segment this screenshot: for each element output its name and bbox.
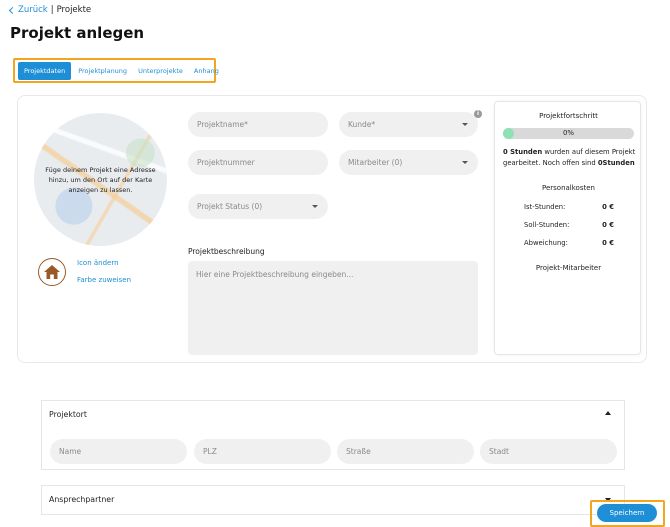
customer-select[interactable]: Kunde* [339,112,478,137]
tab-bar: Projektdaten Projektplanung Unterprojekt… [13,58,219,83]
cost-label: Abweichung: [524,239,568,247]
save-button[interactable]: Speichern [597,504,657,522]
cost-value: 0 € [602,203,614,211]
location-name-input[interactable]: Name [50,439,187,464]
house-icon [44,265,60,279]
tab-projektdaten[interactable]: Projektdaten [18,61,72,80]
progress-title: Projektfortschritt [539,112,598,120]
back-link[interactable]: Zurück [8,5,48,15]
hours-worked: 0 Stunden [503,148,543,156]
tab-anhang[interactable]: Anhang [190,63,223,79]
change-icon-link[interactable]: Icon ändern [77,259,119,267]
project-status-select[interactable]: Projekt Status (0) [188,194,328,219]
employees-select-label: Mitarbeiter (0) [348,158,403,167]
back-label: Zurück [18,5,48,15]
progress-bar: 0% [503,128,634,139]
project-name-input[interactable]: Projektname* [188,112,328,137]
info-icon[interactable]: i [474,110,482,118]
tab-unterprojekte[interactable]: Unterprojekte [134,63,187,79]
description-label: Projektbeschreibung [188,247,265,256]
hours-open: 0Stunden [597,159,635,167]
map-hint: Füge deinem Projekt eine Adresse hinzu, … [45,165,156,194]
cost-label: Soll-Stunden: [524,221,570,229]
breadcrumb-current: Projekte [56,5,92,15]
employees-select[interactable]: Mitarbeiter (0) [339,150,478,175]
chevron-left-icon [8,6,17,15]
location-section-title[interactable]: Projektort [49,410,87,419]
contact-section: Ansprechpartner [41,485,625,515]
caret-down-icon [462,123,468,126]
progress-percent: 0% [562,129,575,137]
breadcrumb: Zurück | Projekte [8,5,92,15]
cost-row: Abweichung: 0 € [524,239,614,247]
cost-label: Ist-Stunden: [524,203,566,211]
contact-section-title[interactable]: Ansprechpartner [49,495,114,504]
cost-value: 0 € [602,239,614,247]
caret-down-icon [462,161,468,164]
cost-row: Ist-Stunden: 0 € [524,203,614,211]
page-title: Projekt anlegen [10,24,145,42]
breadcrumb-separator: | [50,5,54,15]
cost-value: 0 € [602,221,614,229]
description-textarea[interactable]: Hier eine Projektbeschreibung eingeben..… [188,261,478,355]
location-section: Projektort Name PLZ Straße Stadt [41,400,625,470]
caret-down-icon [312,205,318,208]
postal-code-input[interactable]: PLZ [194,439,331,464]
project-icon-button[interactable] [38,258,66,286]
progress-panel: Projektfortschritt 0% 0 Stunden wurden a… [494,101,641,355]
tab-projektplanung[interactable]: Projektplanung [74,63,131,79]
hours-summary: 0 Stunden wurden auf diesem Projekt gear… [503,147,637,169]
project-number-input[interactable]: Projektnummer [188,150,328,175]
collapse-icon[interactable] [605,411,611,415]
customer-select-label: Kunde* [348,120,376,129]
cost-row: Soll-Stunden: 0 € [524,221,614,229]
street-input[interactable]: Straße [337,439,474,464]
costs-title: Personalkosten [542,184,595,192]
project-status-label: Projekt Status (0) [197,202,263,211]
project-employees-title: Projekt-Mitarbeiter [535,264,602,272]
city-input[interactable]: Stadt [480,439,617,464]
assign-color-link[interactable]: Farbe zuweisen [77,276,131,284]
map-preview: Füge deinem Projekt eine Adresse hinzu, … [34,113,167,246]
